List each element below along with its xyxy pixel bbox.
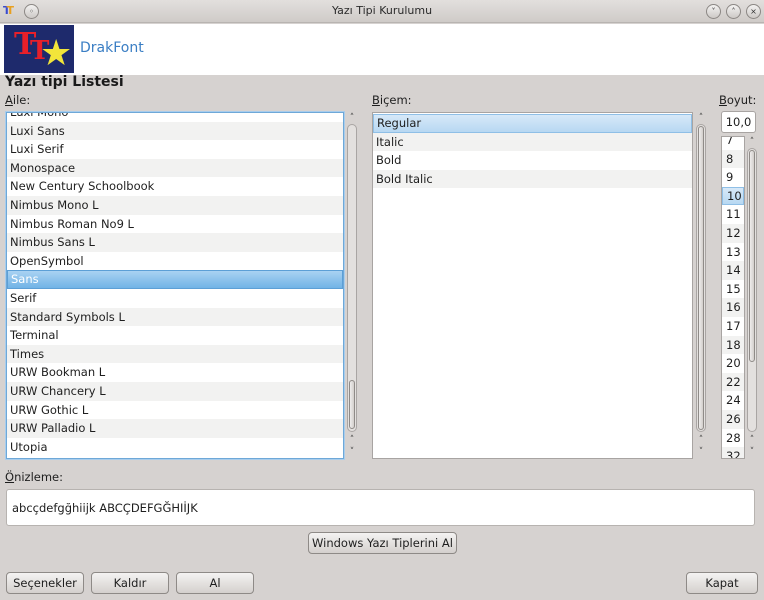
section-title: Yazı tipi Listesi [5, 74, 124, 90]
window-menu-icon[interactable]: ◦ [24, 4, 39, 19]
size-list-item[interactable]: 10 [722, 186, 744, 206]
app-icon-glyph-2: T [6, 4, 15, 17]
size-scrollbar[interactable]: ˄ ˄ ˅ [745, 136, 759, 458]
scroll-track[interactable] [347, 124, 357, 432]
scroll-up-icon[interactable]: ˄ [694, 434, 708, 446]
size-list-item[interactable]: 7 [722, 137, 744, 150]
family-list-item[interactable]: Nimbus Mono L [7, 195, 343, 215]
size-list-item[interactable]: 12 [722, 223, 744, 243]
style-list-item[interactable]: Italic [373, 132, 692, 152]
close-window-icon[interactable]: × [746, 4, 761, 19]
style-scrollbar[interactable]: ˄ ˄ ˅ [694, 112, 708, 458]
size-list-item[interactable]: 26 [722, 409, 744, 429]
family-list-item[interactable]: Times [7, 344, 343, 364]
scroll-down-icon[interactable]: ˅ [345, 446, 359, 458]
size-list-item[interactable]: 9 [722, 168, 744, 187]
family-scrollbar[interactable]: ˄ ˄ ˅ [345, 112, 359, 458]
scroll-track[interactable] [696, 124, 706, 432]
family-list-item[interactable]: Utopia [7, 438, 343, 457]
size-list-item[interactable]: 22 [722, 372, 744, 392]
scroll-up-icon[interactable]: ˄ [345, 112, 359, 124]
banner-title: DrakFont [80, 40, 144, 56]
family-list-item[interactable]: URW Bookman L [7, 363, 343, 382]
style-label: Biçem: [372, 93, 412, 107]
size-list-item[interactable]: 13 [722, 243, 744, 262]
family-list-item[interactable]: Luxi Sans [7, 121, 343, 141]
scroll-track[interactable] [747, 148, 757, 432]
title-bar: Yazı Tipi Kurulumu [0, 0, 764, 23]
options-button[interactable]: Seçenekler [6, 572, 84, 594]
family-list-item[interactable]: Monospace [7, 158, 343, 178]
size-list-item[interactable]: 28 [722, 429, 744, 448]
scroll-thumb[interactable] [749, 150, 755, 362]
family-list-item[interactable]: URW Palladio L [7, 419, 343, 438]
get-button[interactable]: Al [176, 572, 254, 594]
style-list[interactable]: Regular Italic Bold Bold Italic [372, 112, 693, 459]
size-list-item[interactable]: 8 [722, 149, 744, 169]
family-list[interactable]: Luxi Mono Luxi Sans Luxi Serif Monospace New… [6, 112, 344, 459]
size-list-item[interactable]: 20 [722, 354, 744, 373]
family-list-item[interactable]: Standard Symbols L [7, 307, 343, 327]
size-list-item[interactable]: 24 [722, 391, 744, 410]
scroll-up-icon[interactable]: ˄ [745, 434, 759, 446]
app-icon: TT [3, 3, 19, 19]
family-list-item[interactable]: Sans [7, 270, 343, 289]
family-list-item[interactable]: OpenSymbol [7, 252, 343, 271]
size-list-item[interactable]: 18 [722, 335, 744, 355]
scroll-down-icon[interactable]: ˅ [745, 446, 759, 458]
close-button[interactable]: Kapat [686, 572, 758, 594]
size-list-item[interactable]: 14 [722, 261, 744, 280]
size-input[interactable]: 10,0 [721, 111, 756, 133]
drakfont-logo-icon: T T ★ [4, 25, 74, 73]
family-list-item[interactable]: Luxi Mono [7, 113, 343, 122]
size-list-item[interactable]: 32 [722, 447, 744, 458]
size-list-item[interactable]: 17 [722, 317, 744, 336]
remove-button[interactable]: Kaldır [91, 572, 169, 594]
minimize-icon[interactable]: ˅ [706, 4, 721, 19]
scroll-thumb[interactable] [698, 126, 704, 430]
family-list-item[interactable]: Terminal [7, 326, 343, 345]
scroll-up-icon[interactable]: ˄ [745, 136, 759, 148]
size-list[interactable]: 7 8 9 10 11 12 13 14 15 16 17 18 20 22 24 26 28 32 [721, 136, 745, 459]
family-list-item[interactable]: New Century Schoolbook [7, 177, 343, 196]
window-title: Yazı Tipi Kurulumu [331, 4, 433, 17]
scroll-up-icon[interactable]: ˄ [694, 112, 708, 124]
style-list-item[interactable]: Regular [373, 114, 692, 133]
family-list-item[interactable]: Nimbus Sans L [7, 233, 343, 252]
family-list-item[interactable]: Serif [7, 289, 343, 308]
maximize-icon[interactable]: ˄ [726, 4, 741, 19]
size-label: Boyut: [719, 93, 757, 107]
scroll-down-icon[interactable]: ˅ [694, 446, 708, 458]
family-label: Aile: [5, 93, 31, 107]
family-list-item[interactable]: Nimbus Roman No9 L [7, 215, 343, 234]
preview-label: Önizleme: [5, 470, 64, 484]
style-list-item[interactable]: Bold [373, 151, 692, 170]
family-list-item[interactable]: URW Gothic L [7, 401, 343, 420]
family-list-item[interactable]: URW Chancery L [7, 381, 343, 401]
scroll-thumb[interactable] [349, 380, 355, 429]
preview-box: abcçdefgğhiijk ABCÇDEFGĞHIİJK [6, 489, 755, 526]
size-list-item[interactable]: 11 [722, 205, 744, 224]
family-list-item[interactable]: Luxi Serif [7, 140, 343, 159]
get-windows-fonts-button[interactable]: Windows Yazı Tiplerini Al [308, 532, 457, 554]
style-list-item[interactable]: Bold Italic [373, 169, 692, 189]
size-list-item[interactable]: 16 [722, 298, 744, 317]
scroll-up-icon[interactable]: ˄ [345, 434, 359, 446]
size-list-item[interactable]: 15 [722, 280, 744, 299]
